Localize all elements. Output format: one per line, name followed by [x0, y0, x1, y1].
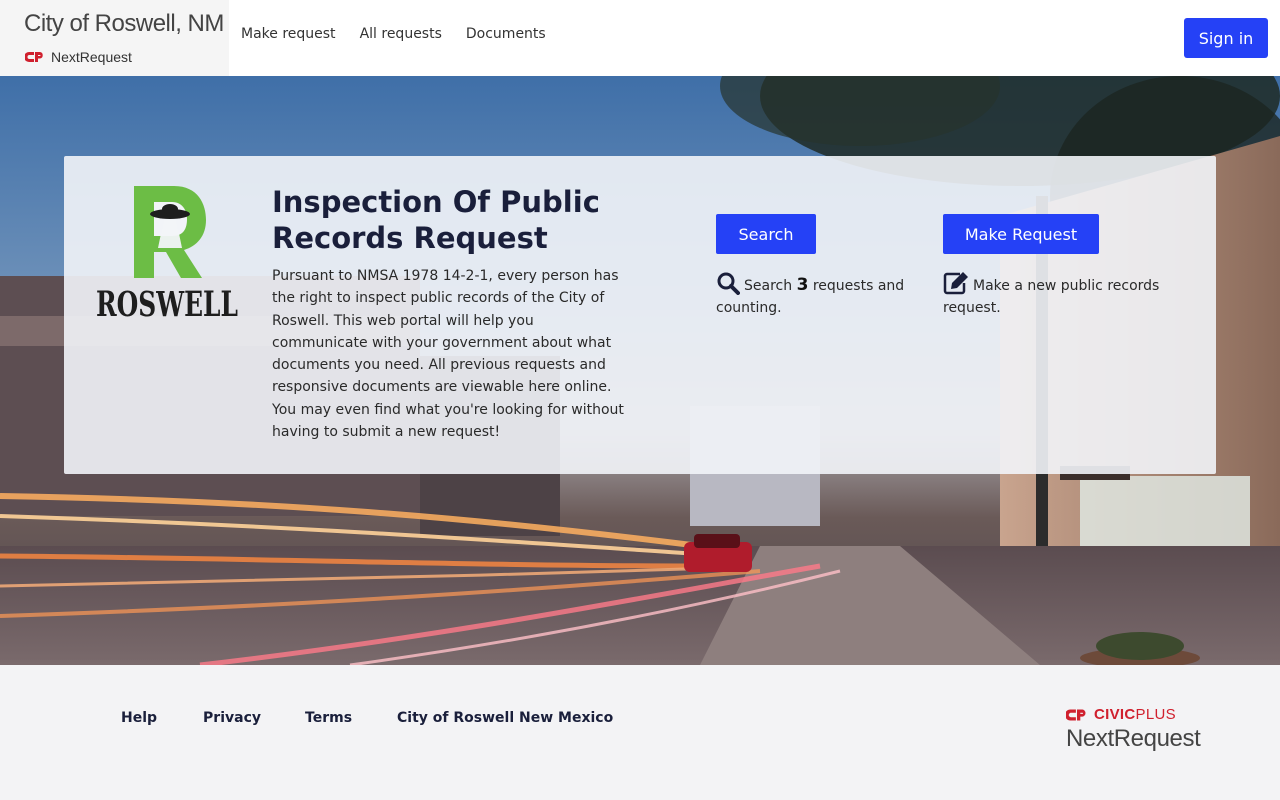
footer-link-privacy[interactable]: Privacy — [203, 710, 261, 726]
search-icon — [717, 272, 740, 295]
nextrequest-logo-icon — [25, 52, 43, 62]
nav-all-requests[interactable]: All requests — [360, 26, 442, 42]
roswell-logo: ROSWELL — [96, 186, 238, 321]
hero-banner: ROSWELL Inspection Of Public Records Req… — [0, 76, 1280, 665]
nav-documents[interactable]: Documents — [466, 26, 546, 42]
brand[interactable]: City of Roswell, NM NextRequest — [0, 0, 229, 76]
logo-wordmark: ROSWELL — [96, 284, 238, 321]
sign-in-button[interactable]: Sign in — [1184, 18, 1268, 58]
civicplus-logo-icon — [1066, 709, 1086, 720]
request-count: 3 — [796, 275, 809, 295]
intro-description: Pursuant to NMSA 1978 14-2-1, every pers… — [272, 268, 624, 441]
civicplus-nextrequest-logo[interactable]: CIVICPLUS NextRequest — [1066, 706, 1201, 753]
make-request-help-text: Make a new public records request. — [943, 271, 1163, 319]
nav-make-request[interactable]: Make request — [241, 26, 336, 42]
search-help-text: Search 3 requests and counting. — [716, 271, 916, 319]
main-nav: Make request All requests Documents — [241, 26, 570, 42]
footer: Help Privacy Terms City of Roswell New M… — [0, 665, 1280, 800]
make-request-button[interactable]: Make Request — [943, 214, 1099, 254]
footer-link-city[interactable]: City of Roswell New Mexico — [397, 710, 613, 726]
edit-icon — [943, 272, 968, 295]
nextrequest-wordmark: NextRequest — [1066, 725, 1201, 752]
top-navbar: City of Roswell, NM NextRequest Make req… — [0, 0, 1280, 76]
intro-card: ROSWELL Inspection Of Public Records Req… — [64, 156, 1216, 474]
product-brand: NextRequest — [25, 49, 132, 65]
footer-link-help[interactable]: Help — [121, 710, 157, 726]
civicplus-brand: CIVICPLUS — [1066, 706, 1200, 723]
city-title[interactable]: City of Roswell, NM — [24, 10, 224, 38]
footer-links: Help Privacy Terms City of Roswell New M… — [121, 710, 613, 726]
page-title: Inspection Of Public Records Request — [272, 185, 600, 255]
footer-link-terms[interactable]: Terms — [305, 710, 352, 726]
make-help-label: Make a new public records request. — [943, 278, 1160, 316]
search-button[interactable]: Search — [716, 214, 816, 254]
product-name: NextRequest — [51, 49, 132, 65]
civicplus-wordmark: CIVICPLUS — [1094, 706, 1176, 723]
search-help-prefix: Search — [744, 278, 793, 294]
